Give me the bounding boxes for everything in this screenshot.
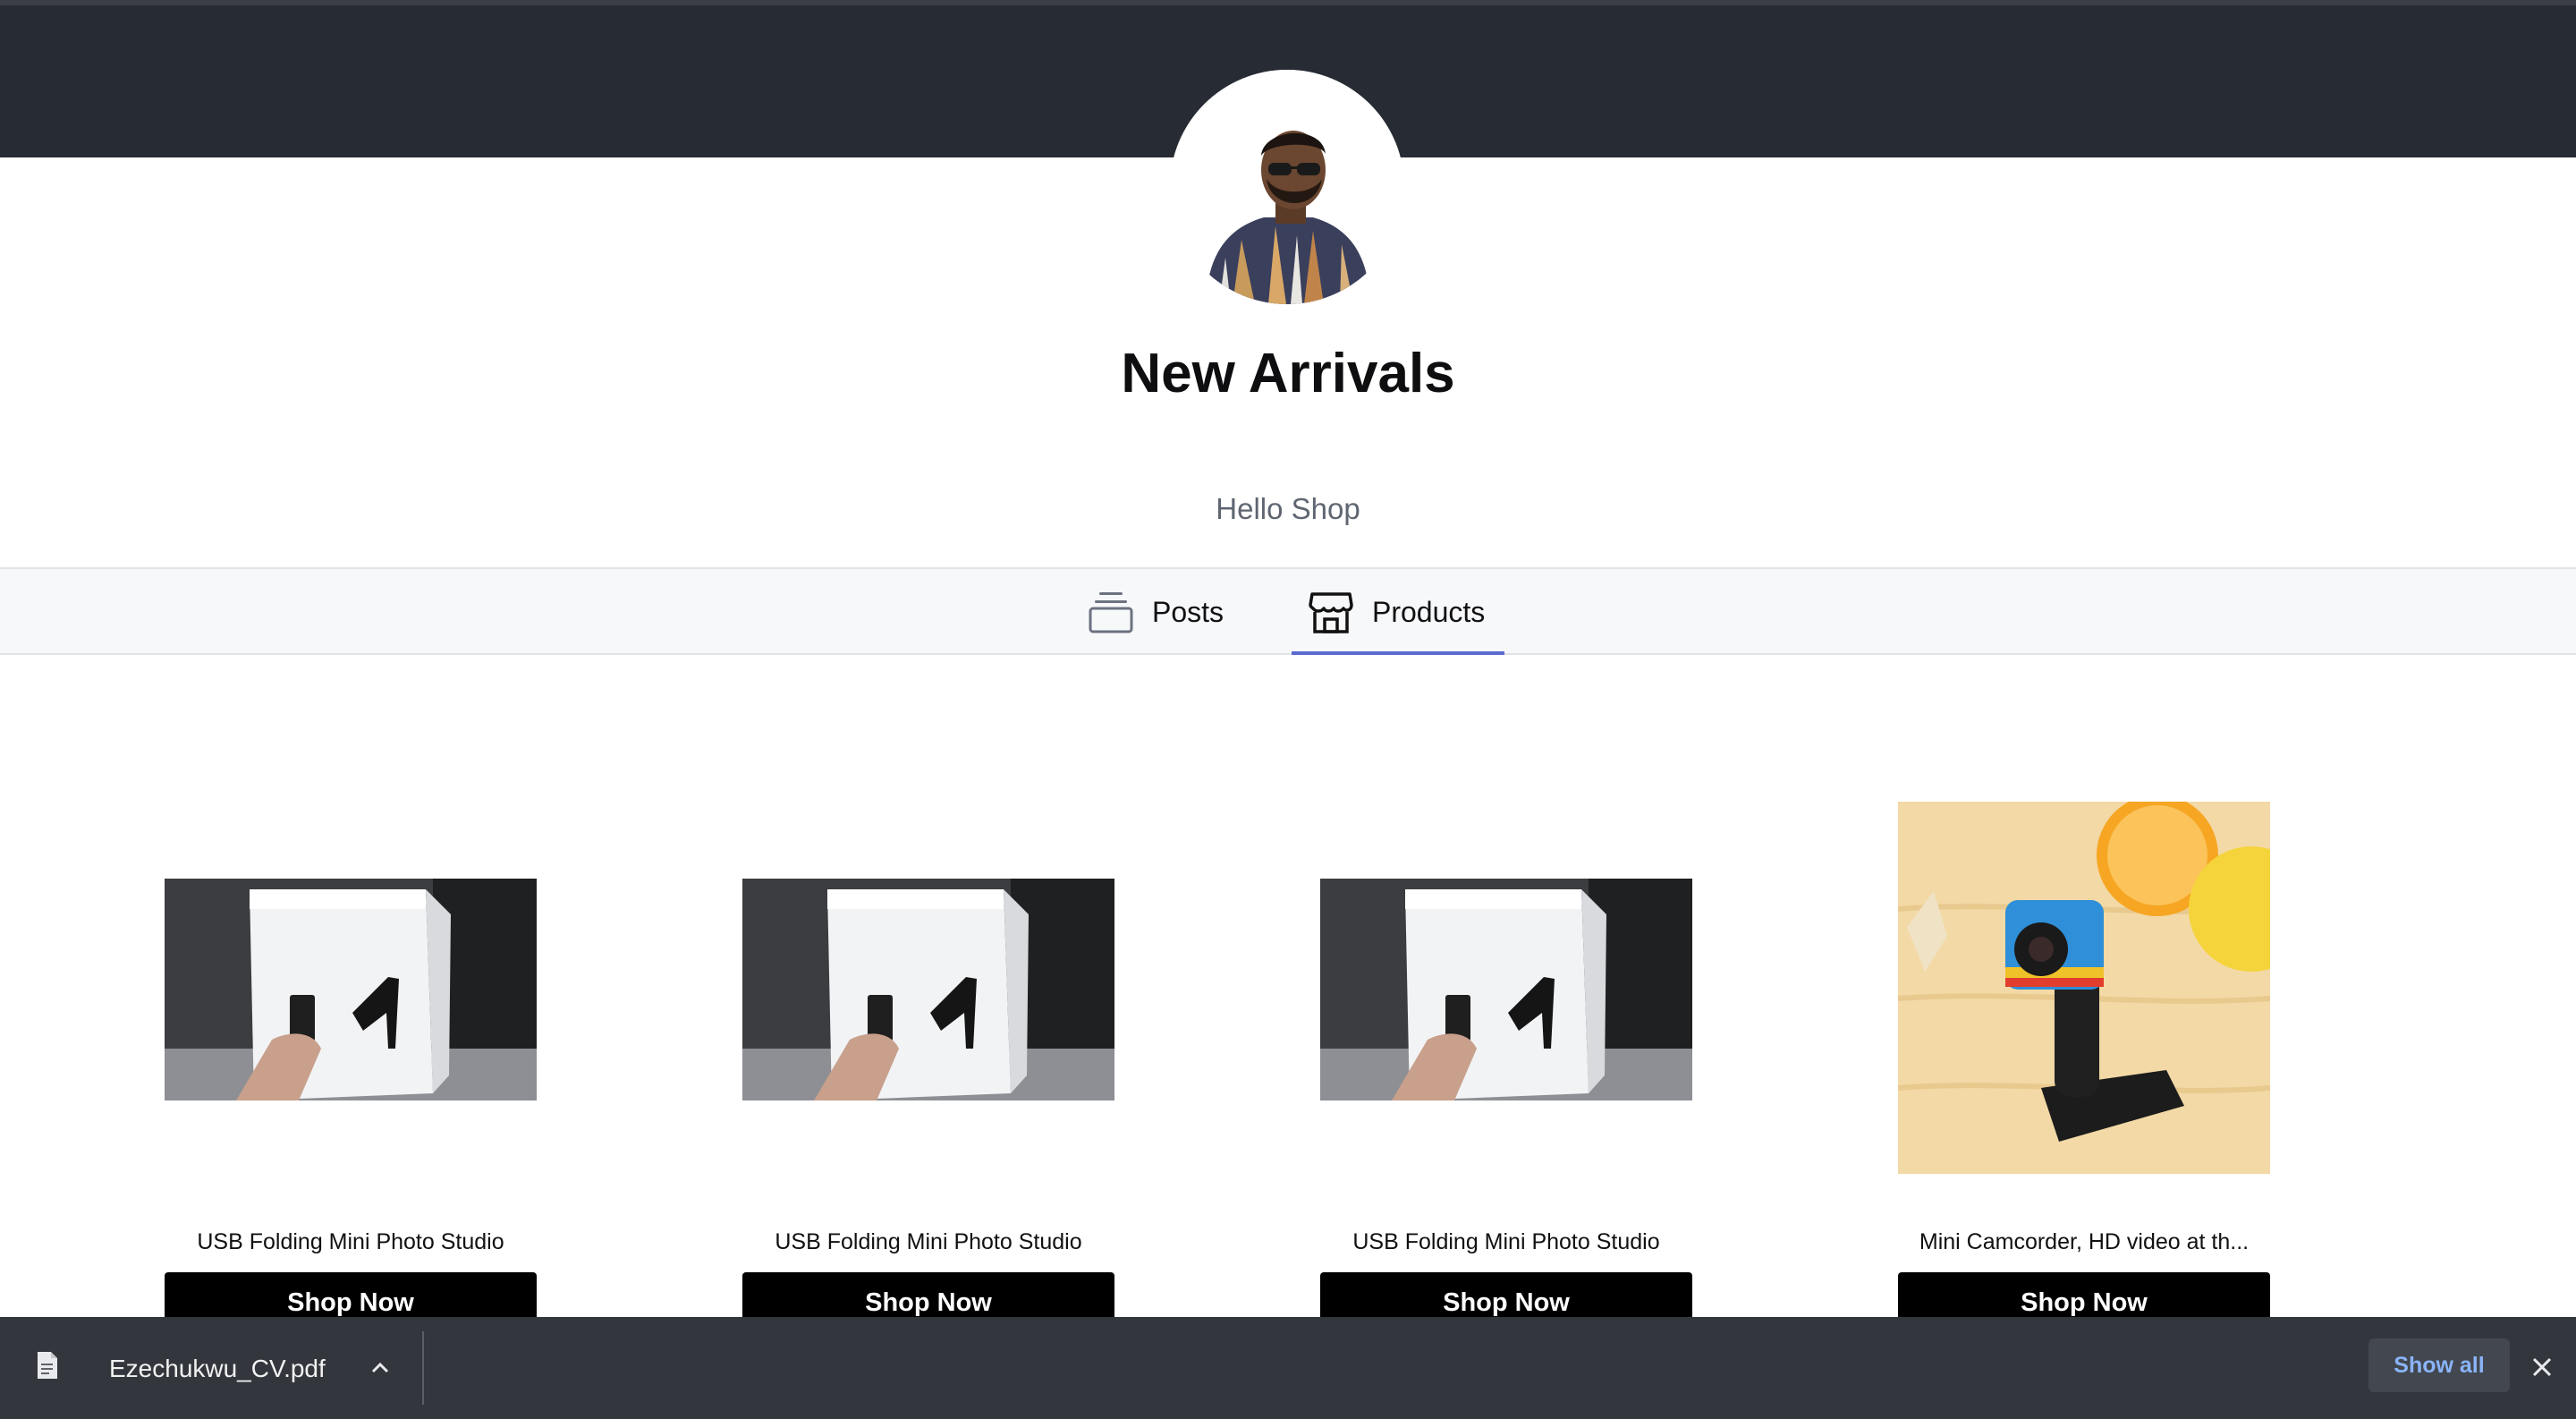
download-filename[interactable]: Ezechukwu_CV.pdf [109, 1355, 326, 1383]
avatar-photo [1170, 70, 1404, 304]
tab-products[interactable]: Products [1308, 569, 1485, 655]
tabs-bar: Posts Products [0, 567, 2576, 655]
posts-stack-icon [1088, 589, 1134, 635]
tab-posts[interactable]: Posts [1088, 569, 1224, 655]
product-name[interactable]: Mini Camcorder, HD video at th... [1898, 1229, 2270, 1255]
page-title: New Arrivals [1121, 343, 1455, 404]
photo-studio-image[interactable] [1320, 879, 1692, 1100]
active-tab-indicator [1292, 651, 1504, 655]
chevron-up-icon[interactable] [369, 1356, 392, 1380]
shop-page: New Arrivals Hello Shop Posts Products U… [0, 0, 2576, 1419]
mini-camcorder-image[interactable] [1898, 802, 2270, 1174]
product-name[interactable]: USB Folding Mini Photo Studio [1320, 1229, 1692, 1255]
pdf-file-icon[interactable] [36, 1351, 59, 1380]
shop-now-button[interactable]: Shop Now [742, 1272, 1114, 1321]
shop-now-button[interactable]: Shop Now [165, 1272, 537, 1321]
close-icon[interactable] [2529, 1355, 2555, 1380]
avatar[interactable] [1170, 70, 1404, 304]
tab-posts-label: Posts [1152, 595, 1224, 628]
photo-studio-image[interactable] [165, 879, 537, 1100]
product-name[interactable]: USB Folding Mini Photo Studio [165, 1229, 537, 1255]
tab-products-label: Products [1372, 595, 1486, 628]
download-divider [422, 1331, 424, 1405]
shop-now-button[interactable]: Shop Now [1898, 1272, 2270, 1321]
download-bar: Ezechukwu_CV.pdf Show all [0, 1317, 2576, 1419]
store-icon [1308, 589, 1354, 635]
shop-now-button[interactable]: Shop Now [1320, 1272, 1692, 1321]
photo-studio-image[interactable] [742, 879, 1114, 1100]
product-name[interactable]: USB Folding Mini Photo Studio [742, 1229, 1114, 1255]
show-all-button[interactable]: Show all [2368, 1338, 2510, 1392]
shop-subtitle: Hello Shop [1216, 492, 1360, 525]
